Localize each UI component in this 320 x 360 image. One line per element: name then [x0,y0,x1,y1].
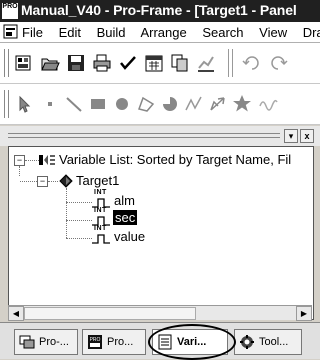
dot-icon[interactable] [40,94,60,114]
undo-icon[interactable] [242,53,262,73]
toolbar-separator [228,49,233,77]
tree-connector [48,181,58,182]
panel-header: ▾ x [0,126,320,146]
panel-grip-line[interactable] [8,133,280,134]
drawing-toolbar [0,84,320,125]
star-icon[interactable] [232,94,252,114]
panel-grip-line[interactable] [8,137,280,138]
int-type-icon: INT [91,225,113,245]
redo-icon[interactable] [268,53,288,73]
workspace-tabs: Pro-... PRO Pro... Vari... Tool... [0,322,320,359]
menu-view[interactable]: View [259,25,287,40]
toolbar-grip[interactable] [4,90,9,118]
variable-list-icon [158,334,172,350]
int-type-label: INT [94,189,107,196]
scroll-thumb[interactable] [24,307,196,320]
tree-connector [66,238,92,239]
menu-build[interactable]: Build [97,25,126,40]
tab-pro-frame[interactable]: PRO Pro... [82,329,146,355]
target-diamond-icon [59,174,73,188]
tab-variable-list-label: Vari... [177,336,207,348]
window-title: Manual_V40 - Pro-Frame - [Target1 - Pane… [21,2,297,18]
target-collapse-toggle[interactable]: − [37,176,48,187]
tree-connector [20,181,37,182]
toolbox-icon [240,335,254,349]
svg-text:PRO: PRO [90,337,101,343]
polygon-icon[interactable] [136,94,156,114]
tree-connector [19,166,20,176]
check-icon[interactable] [118,53,138,73]
tab-project[interactable]: Pro-... [14,329,78,355]
app-logo-icon: PRO [2,3,18,19]
tab-variable-list[interactable]: Vari... [152,329,228,355]
project-icon [19,335,35,349]
pointer-icon[interactable] [14,94,34,114]
calendar-icon[interactable] [144,53,164,73]
int-type-label: INT [94,225,107,232]
variable-value[interactable]: value [114,229,145,244]
tab-project-label: Pro-... [39,336,69,348]
tab-toolbox[interactable]: Tool... [234,329,302,355]
target-node-label[interactable]: Target1 [76,173,119,188]
horizontal-scrollbar[interactable]: ◀ ▶ [8,305,312,321]
menu-arrange[interactable]: Arrange [140,25,186,40]
variable-list-icon [39,155,55,165]
freehand-icon[interactable] [258,94,278,114]
print-icon[interactable] [92,53,112,73]
tree-connector [66,188,67,238]
chart-icon[interactable] [196,53,216,73]
line-icon[interactable] [64,94,84,114]
variable-alm[interactable]: alm [114,193,135,208]
save-disk-icon[interactable] [66,53,86,73]
toolbar-grip[interactable] [4,49,9,77]
menu-draw[interactable]: Dra [303,25,320,40]
root-collapse-toggle[interactable]: − [14,155,25,166]
scroll-left-arrow-icon[interactable]: ◀ [8,306,24,321]
tree-connector [66,220,92,221]
pro-frame-icon: PRO [88,335,102,349]
new-panel-icon[interactable] [14,53,34,73]
panel-close-button[interactable]: x [300,129,314,143]
polyline-icon[interactable] [184,94,204,114]
variable-tree: − Variable List: Sorted by Target Name, … [8,146,314,320]
app-menu-icon[interactable] [3,24,18,39]
menu-bar: File Edit Build Arrange Search View Dra [0,22,320,43]
scroll-right-arrow-icon[interactable]: ▶ [296,306,312,321]
tree-connector [66,202,92,203]
tab-pro-frame-label: Pro... [107,336,134,348]
tab-toolbox-label: Tool... [259,336,289,348]
menu-file[interactable]: File [22,25,43,40]
variable-sec[interactable]: sec [113,210,138,225]
int-type-label: INT [94,207,107,214]
copy-icon[interactable] [170,53,190,73]
root-node-label[interactable]: Variable List: Sorted by Target Name, Fi… [59,152,291,167]
arrow-icon[interactable] [208,94,228,114]
menu-edit[interactable]: Edit [59,25,81,40]
standard-toolbar [0,43,320,84]
ellipse-icon[interactable] [112,94,132,114]
title-bar: PRO Manual_V40 - Pro-Frame - [Target1 - … [0,0,320,22]
rectangle-icon[interactable] [88,94,108,114]
panel-collapse-button[interactable]: ▾ [284,129,298,143]
menu-search[interactable]: Search [202,25,243,40]
pie-icon[interactable] [160,94,180,114]
open-folder-icon[interactable] [40,53,60,73]
tree-connector [25,160,39,161]
